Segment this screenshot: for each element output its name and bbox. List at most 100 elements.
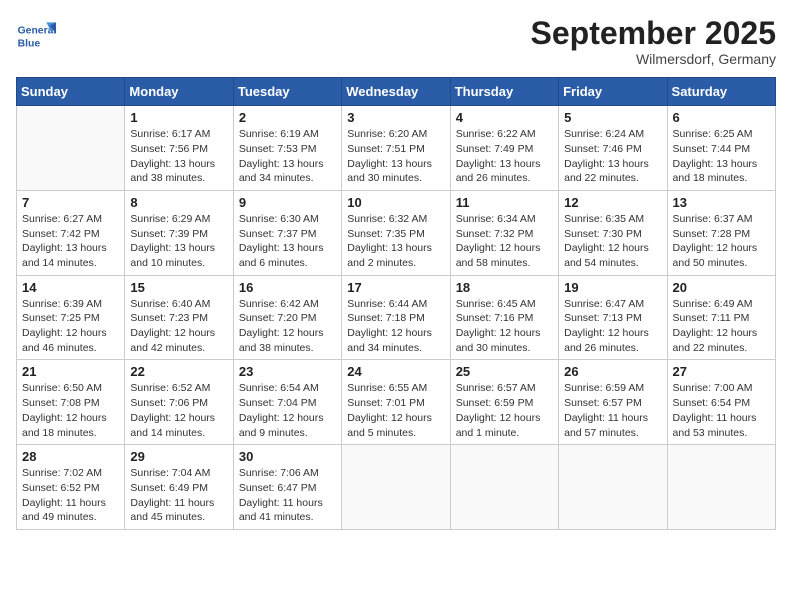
day-cell: 2 Sunrise: 6:19 AMSunset: 7:53 PMDaylight… (233, 106, 341, 191)
day-cell: 3 Sunrise: 6:20 AMSunset: 7:51 PMDaylight… (342, 106, 450, 191)
day-number: 15 (130, 280, 227, 295)
day-cell: 10Sunrise: 6:32 AMSunset: 7:35 PMDayligh… (342, 190, 450, 275)
day-info: Sunrise: 6:55 AMSunset: 7:01 PMDaylight:… (347, 381, 444, 440)
day-cell: 30 Sunrise: 7:06 AMSunset: 6:47 PMDayligh… (233, 445, 341, 530)
day-cell: 5 Sunrise: 6:24 AMSunset: 7:46 PMDaylight… (559, 106, 667, 191)
day-number: 24 (347, 364, 444, 379)
week-row-2: 7 Sunrise: 6:27 AMSunset: 7:42 PMDaylight… (17, 190, 776, 275)
week-row-1: 1 Sunrise: 6:17 AMSunset: 7:56 PMDaylight… (17, 106, 776, 191)
day-info: Sunrise: 6:24 AMSunset: 7:46 PMDaylight:… (564, 127, 661, 186)
day-number: 25 (456, 364, 553, 379)
day-info: Sunrise: 7:04 AMSunset: 6:49 PMDaylight:… (130, 466, 227, 525)
day-info: Sunrise: 6:47 AMSunset: 7:13 PMDaylight:… (564, 297, 661, 356)
day-number: 17 (347, 280, 444, 295)
day-cell: 8 Sunrise: 6:29 AMSunset: 7:39 PMDaylight… (125, 190, 233, 275)
day-info: Sunrise: 6:57 AMSunset: 6:59 PMDaylight:… (456, 381, 553, 440)
day-cell: 29 Sunrise: 7:04 AMSunset: 6:49 PMDayligh… (125, 445, 233, 530)
col-header-monday: Monday (125, 78, 233, 106)
week-row-5: 28 Sunrise: 7:02 AMSunset: 6:52 PMDayligh… (17, 445, 776, 530)
day-info: Sunrise: 6:39 AMSunset: 7:25 PMDaylight:… (22, 297, 119, 356)
day-info: Sunrise: 6:22 AMSunset: 7:49 PMDaylight:… (456, 127, 553, 186)
day-number: 12 (564, 195, 661, 210)
day-cell: 6Sunrise: 6:25 AMSunset: 7:44 PMDaylight… (667, 106, 775, 191)
week-row-3: 14 Sunrise: 6:39 AMSunset: 7:25 PMDayligh… (17, 275, 776, 360)
day-info: Sunrise: 6:50 AMSunset: 7:08 PMDaylight:… (22, 381, 119, 440)
day-number: 29 (130, 449, 227, 464)
day-cell: 12Sunrise: 6:35 AMSunset: 7:30 PMDayligh… (559, 190, 667, 275)
day-info: Sunrise: 6:37 AMSunset: 7:28 PMDaylight:… (673, 212, 770, 271)
day-info: Sunrise: 6:17 AMSunset: 7:56 PMDaylight:… (130, 127, 227, 186)
col-header-friday: Friday (559, 78, 667, 106)
day-cell: 11Sunrise: 6:34 AMSunset: 7:32 PMDayligh… (450, 190, 558, 275)
day-info: Sunrise: 7:06 AMSunset: 6:47 PMDaylight:… (239, 466, 336, 525)
day-number: 16 (239, 280, 336, 295)
day-info: Sunrise: 6:40 AMSunset: 7:23 PMDaylight:… (130, 297, 227, 356)
day-number: 8 (130, 195, 227, 210)
day-number: 7 (22, 195, 119, 210)
col-header-saturday: Saturday (667, 78, 775, 106)
day-cell (342, 445, 450, 530)
day-cell: 27 Sunrise: 7:00 AMSunset: 6:54 PMDayligh… (667, 360, 775, 445)
col-header-tuesday: Tuesday (233, 78, 341, 106)
day-number: 14 (22, 280, 119, 295)
day-cell: 24 Sunrise: 6:55 AMSunset: 7:01 PMDayligh… (342, 360, 450, 445)
day-cell (17, 106, 125, 191)
day-number: 23 (239, 364, 336, 379)
day-number: 30 (239, 449, 336, 464)
day-number: 9 (239, 195, 336, 210)
week-row-4: 21Sunrise: 6:50 AMSunset: 7:08 PMDayligh… (17, 360, 776, 445)
day-info: Sunrise: 6:19 AMSunset: 7:53 PMDaylight:… (239, 127, 336, 186)
day-cell: 13 Sunrise: 6:37 AMSunset: 7:28 PMDayligh… (667, 190, 775, 275)
day-number: 28 (22, 449, 119, 464)
day-number: 10 (347, 195, 444, 210)
day-number: 22 (130, 364, 227, 379)
day-cell: 7 Sunrise: 6:27 AMSunset: 7:42 PMDaylight… (17, 190, 125, 275)
day-info: Sunrise: 6:25 AMSunset: 7:44 PMDaylight:… (673, 127, 770, 186)
day-info: Sunrise: 7:02 AMSunset: 6:52 PMDaylight:… (22, 466, 119, 525)
day-number: 4 (456, 110, 553, 125)
day-number: 3 (347, 110, 444, 125)
day-cell (667, 445, 775, 530)
day-info: Sunrise: 6:45 AMSunset: 7:16 PMDaylight:… (456, 297, 553, 356)
day-info: Sunrise: 6:54 AMSunset: 7:04 PMDaylight:… (239, 381, 336, 440)
day-cell: 1 Sunrise: 6:17 AMSunset: 7:56 PMDaylight… (125, 106, 233, 191)
day-cell: 15 Sunrise: 6:40 AMSunset: 7:23 PMDayligh… (125, 275, 233, 360)
day-cell: 9 Sunrise: 6:30 AMSunset: 7:37 PMDaylight… (233, 190, 341, 275)
day-info: Sunrise: 7:00 AMSunset: 6:54 PMDaylight:… (673, 381, 770, 440)
day-number: 26 (564, 364, 661, 379)
day-cell: 23 Sunrise: 6:54 AMSunset: 7:04 PMDayligh… (233, 360, 341, 445)
day-cell: 22 Sunrise: 6:52 AMSunset: 7:06 PMDayligh… (125, 360, 233, 445)
title-block: September 2025 Wilmersdorf, Germany (531, 16, 776, 67)
day-number: 2 (239, 110, 336, 125)
day-cell: 19Sunrise: 6:47 AMSunset: 7:13 PMDayligh… (559, 275, 667, 360)
day-number: 27 (673, 364, 770, 379)
day-cell: 4 Sunrise: 6:22 AMSunset: 7:49 PMDaylight… (450, 106, 558, 191)
day-cell: 28 Sunrise: 7:02 AMSunset: 6:52 PMDayligh… (17, 445, 125, 530)
day-cell: 18 Sunrise: 6:45 AMSunset: 7:16 PMDayligh… (450, 275, 558, 360)
day-number: 20 (673, 280, 770, 295)
day-number: 13 (673, 195, 770, 210)
svg-text:Blue: Blue (18, 38, 41, 49)
day-cell: 21Sunrise: 6:50 AMSunset: 7:08 PMDayligh… (17, 360, 125, 445)
day-number: 18 (456, 280, 553, 295)
day-info: Sunrise: 6:20 AMSunset: 7:51 PMDaylight:… (347, 127, 444, 186)
day-number: 5 (564, 110, 661, 125)
day-info: Sunrise: 6:44 AMSunset: 7:18 PMDaylight:… (347, 297, 444, 356)
day-info: Sunrise: 6:30 AMSunset: 7:37 PMDaylight:… (239, 212, 336, 271)
col-header-thursday: Thursday (450, 78, 558, 106)
day-info: Sunrise: 6:29 AMSunset: 7:39 PMDaylight:… (130, 212, 227, 271)
day-info: Sunrise: 6:42 AMSunset: 7:20 PMDaylight:… (239, 297, 336, 356)
day-cell: 16 Sunrise: 6:42 AMSunset: 7:20 PMDayligh… (233, 275, 341, 360)
page-header: General Blue September 2025 Wilmersdorf,… (16, 16, 776, 67)
logo: General Blue (16, 16, 60, 56)
day-info: Sunrise: 6:27 AMSunset: 7:42 PMDaylight:… (22, 212, 119, 271)
calendar-table: SundayMondayTuesdayWednesdayThursdayFrid… (16, 77, 776, 530)
day-cell: 20Sunrise: 6:49 AMSunset: 7:11 PMDayligh… (667, 275, 775, 360)
month-title: September 2025 (531, 16, 776, 51)
day-cell: 26 Sunrise: 6:59 AMSunset: 6:57 PMDayligh… (559, 360, 667, 445)
day-info: Sunrise: 6:59 AMSunset: 6:57 PMDaylight:… (564, 381, 661, 440)
day-number: 1 (130, 110, 227, 125)
day-cell (450, 445, 558, 530)
day-cell: 14 Sunrise: 6:39 AMSunset: 7:25 PMDayligh… (17, 275, 125, 360)
day-info: Sunrise: 6:52 AMSunset: 7:06 PMDaylight:… (130, 381, 227, 440)
